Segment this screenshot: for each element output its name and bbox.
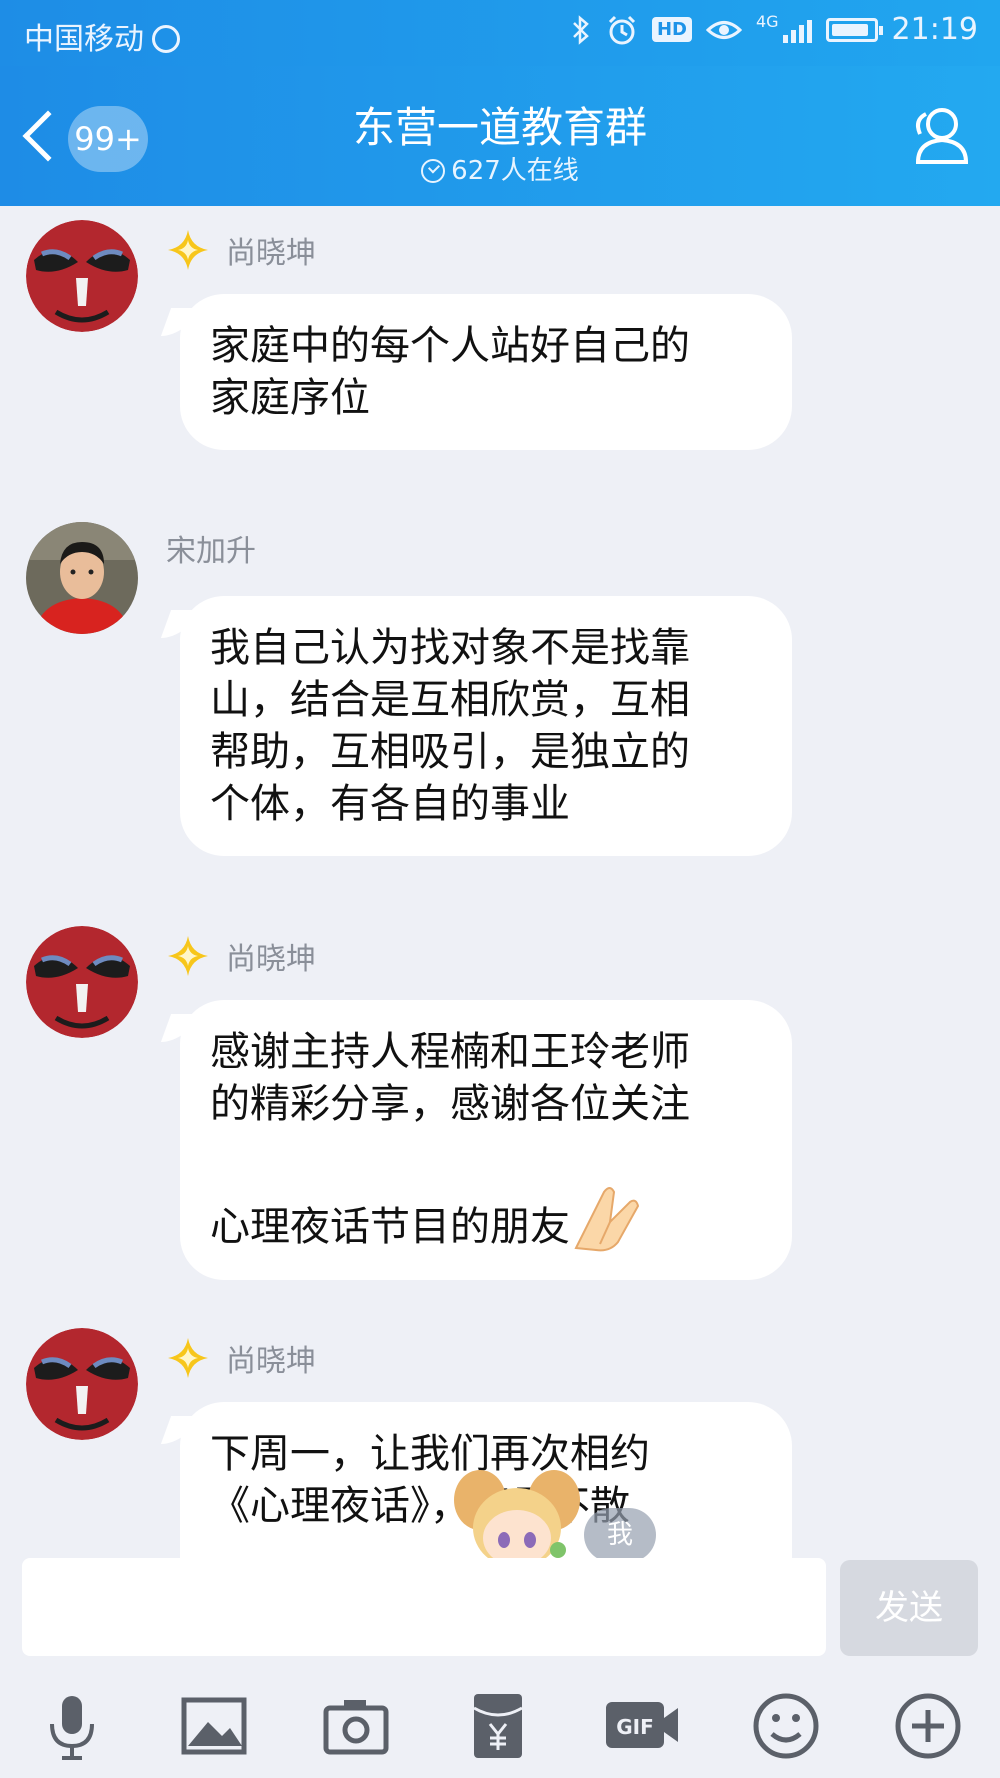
notification-icon — [152, 25, 180, 53]
input-toolbar: GIF — [0, 1682, 1000, 1778]
avatar[interactable] — [26, 522, 138, 634]
avatar[interactable] — [26, 926, 138, 1038]
admin-star-icon — [168, 1338, 208, 1378]
message-bubble[interactable]: 感谢主持人程楠和王玲老师 的精彩分享，感谢各位关注 心理夜话节目的朋友 — [180, 1000, 792, 1280]
chat-header: 99+ 东营一道教育群 627人在线 — [0, 66, 1000, 206]
sender-name: 尚晓坤 — [166, 1336, 316, 1380]
admin-star-icon — [168, 230, 208, 270]
bluetooth-icon — [573, 14, 589, 45]
red-packet-icon[interactable] — [462, 1690, 534, 1762]
chat-list[interactable]: 尚晓坤 家庭中的每个人站好自己的 家庭序位 宋加升 我自己认为找对象不是找靠 山… — [0, 206, 1000, 1558]
avatar[interactable] — [26, 1328, 138, 1440]
check-circle-icon — [421, 159, 446, 183]
status-icons: HD 4G 21:19 — [570, 12, 978, 47]
sender-name: 尚晓坤 — [166, 228, 316, 272]
praying-hands-emoji-icon — [574, 1187, 640, 1252]
gif-icon[interactable]: GIF — [604, 1690, 680, 1762]
group-title: 东营一道教育群 — [352, 103, 647, 152]
sender-name: 尚晓坤 — [166, 934, 316, 978]
message-bubble[interactable]: 我自己认为找对象不是找靠 山，结合是互相欣赏，互相 帮助，互相吸引，是独立的 个… — [180, 596, 792, 856]
me-tag[interactable]: 我 — [584, 1508, 656, 1562]
online-count: 627人在线 — [0, 150, 1000, 187]
mascot-sticker-icon[interactable] — [442, 1470, 592, 1564]
group-members-icon[interactable] — [904, 100, 976, 172]
admin-star-icon — [168, 936, 208, 976]
avatar[interactable] — [26, 220, 138, 332]
svg-text:GIF: GIF — [616, 1715, 654, 1739]
microphone-icon[interactable] — [36, 1690, 108, 1762]
sender-name: 宋加升 — [166, 534, 256, 569]
send-button[interactable]: 发送 — [840, 1560, 978, 1656]
battery-icon — [825, 17, 883, 42]
plus-icon[interactable] — [892, 1690, 964, 1762]
network-type: 4G — [755, 12, 779, 31]
camera-icon[interactable] — [320, 1690, 392, 1762]
signal-icon — [782, 17, 812, 43]
message-bubble[interactable]: 家庭中的每个人站好自己的 家庭序位 — [180, 294, 792, 450]
emoji-icon[interactable] — [750, 1690, 822, 1762]
clock: 21:19 — [891, 12, 978, 47]
hd-icon: HD — [651, 17, 692, 42]
image-icon[interactable] — [178, 1690, 250, 1762]
message-input[interactable] — [22, 1558, 826, 1656]
carrier-label: 中国移动 — [24, 14, 180, 58]
eye-icon — [705, 20, 742, 39]
status-bar: 中国移动 HD 4G 21:19 — [0, 0, 1000, 66]
alarm-icon — [608, 15, 635, 44]
input-area: 发送 GIF — [0, 1558, 1000, 1778]
